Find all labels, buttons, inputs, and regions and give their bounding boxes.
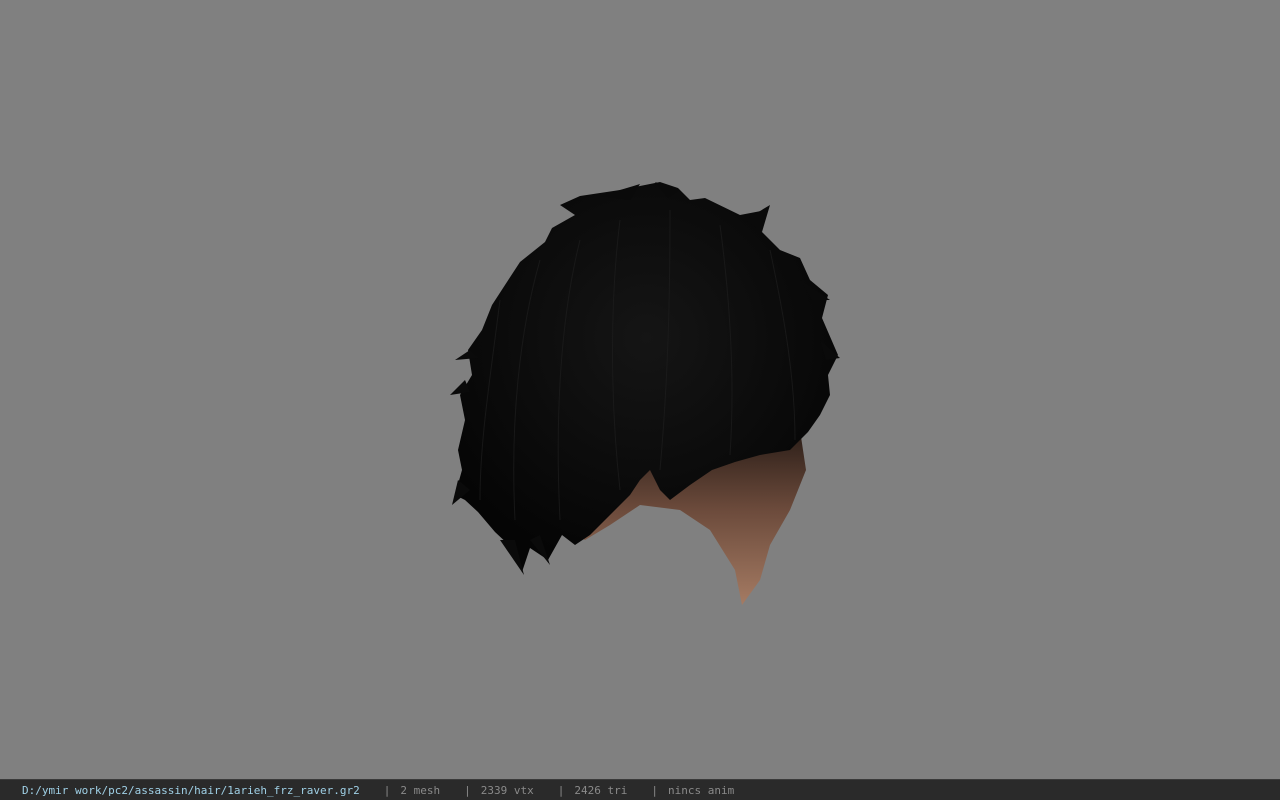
- hair-model: [450, 182, 840, 605]
- separator: |: [557, 783, 565, 797]
- separator: |: [651, 783, 658, 797]
- separator: |: [464, 783, 471, 797]
- vertex-count: 2339 vtx: [480, 783, 534, 797]
- mesh-count: 2 mesh: [400, 783, 441, 797]
- separator: |: [383, 783, 391, 797]
- 3d-viewport[interactable]: [0, 0, 1280, 779]
- anim-status: nincs anim: [667, 783, 735, 797]
- status-bar: D:/ymir work/pc2/assassin/hair/1arieh_fr…: [0, 779, 1280, 800]
- file-path: D:/ymir work/pc2/assassin/hair/1arieh_fr…: [22, 783, 360, 797]
- triangle-count: 2426 tri: [574, 783, 628, 797]
